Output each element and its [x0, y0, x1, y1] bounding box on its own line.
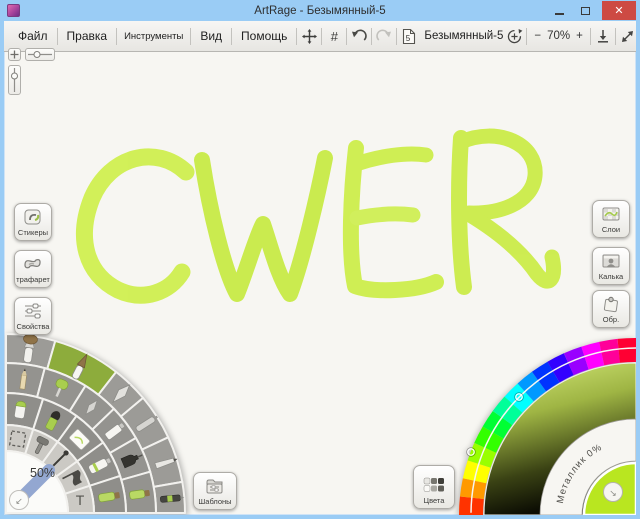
templates-label: Шаблоны	[198, 497, 231, 509]
redo-button[interactable]	[373, 24, 395, 48]
templates-folder-icon	[204, 475, 226, 497]
maximize-button[interactable]	[572, 1, 598, 20]
canvas-center-button[interactable]	[8, 48, 21, 61]
collapse-arrow-icon: ↘	[609, 488, 617, 498]
dock-arrow-icon	[597, 29, 609, 43]
menu-file[interactable]: Файл	[10, 29, 56, 43]
menu-tools[interactable]: Инструменты	[118, 31, 189, 42]
colors-label: Цвета	[424, 496, 445, 508]
drawing-cwer	[84, 136, 553, 295]
move-cross-icon	[302, 29, 317, 44]
tool-picker-wheel: T 50% ↙	[4, 333, 219, 515]
app-window: ArtRage - Безымянный-5 ✕ Файл Правка Инс…	[0, 0, 640, 519]
h-slider-icon	[27, 50, 53, 59]
tool-size-value: 50%	[30, 466, 55, 480]
redo-icon	[376, 29, 392, 43]
zoom-in-button[interactable]: +	[576, 30, 583, 42]
rotate-canvas-icon	[506, 28, 523, 45]
pinned-note-icon	[600, 293, 622, 315]
grid-icon: #	[331, 29, 338, 44]
vertical-scroll-slider[interactable]	[8, 65, 21, 95]
svg-text:5: 5	[406, 34, 411, 43]
v-slider-icon	[10, 67, 19, 93]
stickers-label: Стикеры	[18, 228, 48, 240]
layers-icon	[600, 203, 622, 225]
menu-help[interactable]: Помощь	[233, 29, 295, 43]
tracing-image-icon	[600, 250, 622, 272]
titlebar: ArtRage - Безымянный-5 ✕	[4, 0, 636, 21]
sticker-icon	[22, 206, 44, 228]
dock-panels-button[interactable]	[592, 24, 614, 48]
menu-edit[interactable]: Правка	[59, 29, 116, 43]
layers-label: Слои	[602, 225, 620, 237]
document-tab-button[interactable]: 5	[398, 24, 420, 48]
fullscreen-button[interactable]	[617, 24, 636, 48]
reset-rotation-button[interactable]	[503, 24, 525, 48]
document-name[interactable]: Безымянный-5	[424, 30, 503, 42]
small-cross-icon	[10, 50, 19, 59]
color-swatches-icon	[422, 474, 446, 496]
app-content: Файл Правка Инструменты Вид Помощь #	[4, 21, 636, 515]
properties-panel-button[interactable]: Свойства	[14, 297, 52, 335]
close-button[interactable]: ✕	[602, 1, 636, 20]
window-title: ArtRage - Безымянный-5	[4, 5, 636, 17]
stencil-panel-button[interactable]: трафарет	[14, 250, 52, 288]
horizontal-scroll-slider[interactable]	[25, 48, 55, 61]
sliders-icon	[22, 300, 44, 322]
undo-icon	[351, 29, 367, 43]
expand-diagonal-icon	[621, 30, 634, 43]
zoom-controls: − 70% +	[528, 30, 588, 42]
zoom-value[interactable]: 70%	[547, 30, 570, 42]
stencil-icon	[22, 253, 44, 275]
menubar: Файл Правка Инструменты Вид Помощь #	[4, 21, 636, 52]
tracing-label: Калька	[599, 272, 623, 284]
color-picker: Металлик 0% ↘	[441, 335, 636, 515]
samples-panel-button[interactable]: Обр.	[592, 290, 630, 328]
picker-collapse-button[interactable]: ↘	[604, 483, 623, 502]
templates-panel-button[interactable]: Шаблоны	[193, 472, 237, 510]
tracing-panel-button[interactable]: Калька	[592, 247, 630, 285]
colors-panel-button[interactable]: Цвета	[413, 465, 455, 509]
collapse-arrow-icon: ↙	[15, 496, 23, 506]
pan-tool-button[interactable]	[298, 24, 320, 48]
undo-button[interactable]	[348, 24, 370, 48]
document-icon: 5	[402, 28, 416, 45]
samples-label: Обр.	[603, 315, 619, 327]
stickers-panel-button[interactable]: Стикеры	[14, 203, 52, 241]
zoom-out-button[interactable]: −	[534, 30, 541, 42]
maximize-icon	[581, 7, 590, 15]
layers-panel-button[interactable]: Слои	[592, 200, 630, 238]
minimize-icon	[555, 13, 564, 15]
grid-toggle-button[interactable]: #	[323, 24, 345, 48]
minimize-button[interactable]	[546, 1, 572, 20]
close-icon: ✕	[614, 4, 623, 17]
properties-label: Свойства	[17, 322, 50, 334]
eraser-icon	[14, 401, 27, 419]
stencil-label: трафарет	[16, 275, 50, 287]
text-tool-icon: T	[76, 492, 85, 508]
menu-view[interactable]: Вид	[192, 29, 230, 43]
wheel-collapse-button[interactable]: ↙	[10, 491, 29, 510]
